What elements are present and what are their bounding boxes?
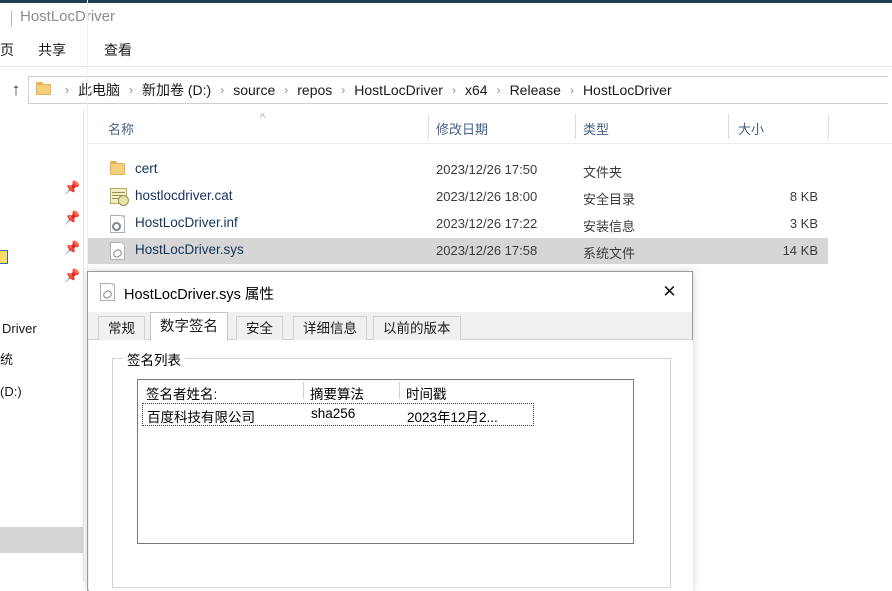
file-size: 14 KB bbox=[782, 243, 818, 258]
column-divider[interactable] bbox=[399, 382, 400, 399]
pin-icon[interactable]: 📌 bbox=[64, 268, 80, 284]
column-header-underline bbox=[88, 143, 892, 144]
file-date-modified: 2023/12/26 17:58 bbox=[436, 243, 538, 258]
breadcrumb-separator: › bbox=[341, 83, 346, 97]
file-explorer-window: HostLocDriver 页 共享 查看 ↑ › 此电脑 › 新加卷 (D:)… bbox=[0, 0, 892, 591]
breadcrumb-separator: › bbox=[569, 83, 574, 97]
column-divider[interactable] bbox=[575, 114, 576, 139]
digest-algorithm: sha256 bbox=[311, 406, 356, 421]
breadcrumb-item-hostlocdriver[interactable]: HostLocDriver bbox=[352, 82, 445, 98]
breadcrumb-separator: › bbox=[220, 83, 225, 97]
window-title: HostLocDriver bbox=[20, 8, 116, 25]
file-date-modified: 2023/12/26 18:00 bbox=[436, 189, 538, 204]
system-file-icon bbox=[110, 242, 128, 260]
breadcrumb-item-x64[interactable]: x64 bbox=[463, 82, 490, 98]
signer-name: 百度科技有限公司 bbox=[147, 410, 255, 425]
column-divider[interactable] bbox=[428, 114, 429, 139]
file-list-column-headers: 名称 修改日期 类型 大小 bbox=[88, 112, 892, 142]
tab-security[interactable]: 安全 bbox=[236, 316, 283, 340]
tab-general[interactable]: 常规 bbox=[98, 316, 145, 340]
ribbon-tab-share[interactable]: 共享 bbox=[38, 40, 66, 60]
file-size: 3 KB bbox=[789, 216, 818, 231]
properties-dialog: HostLocDriver.sys 属性 ✕ 常规 数字签名 安全 详细信息 以… bbox=[87, 271, 693, 591]
breadcrumb-item-repos[interactable]: repos bbox=[295, 82, 334, 98]
system-file-icon bbox=[100, 283, 115, 301]
file-name: cert bbox=[135, 161, 158, 176]
column-divider[interactable] bbox=[728, 114, 729, 139]
dialog-content: 签名列表 签名者姓名: 摘要算法 时间戳 百度科技有限公司 sha256 202… bbox=[89, 340, 693, 591]
security-catalog-icon bbox=[110, 188, 129, 206]
ribbon-tabbar: 页 共享 查看 bbox=[0, 33, 892, 67]
dialog-titlebar: HostLocDriver.sys 属性 ✕ bbox=[88, 272, 692, 312]
breadcrumb-separator: › bbox=[451, 83, 456, 97]
column-header-timestamp[interactable]: 时间戳 bbox=[406, 383, 447, 403]
breadcrumb-separator: › bbox=[65, 83, 69, 97]
column-header-digest-algorithm[interactable]: 摘要算法 bbox=[310, 383, 364, 403]
column-divider[interactable] bbox=[303, 382, 304, 399]
breadcrumb-item-this-pc[interactable]: 此电脑 bbox=[76, 80, 122, 100]
navigation-selected-item[interactable] bbox=[0, 527, 83, 553]
table-row[interactable]: HostLocDriver.sys 2023/12/26 17:58 系统文件 … bbox=[88, 238, 828, 264]
folder-icon bbox=[36, 82, 51, 95]
folder-icon bbox=[110, 161, 128, 179]
pin-icon[interactable]: 📌 bbox=[64, 210, 80, 226]
close-icon[interactable]: ✕ bbox=[647, 272, 692, 312]
breadcrumb-item-drive-d[interactable]: 新加卷 (D:) bbox=[140, 80, 213, 100]
table-row[interactable]: cert 2023/12/26 17:50 文件夹 bbox=[88, 157, 828, 183]
column-header-date-modified[interactable]: 修改日期 bbox=[436, 119, 488, 138]
signature-list[interactable]: 签名者姓名: 摘要算法 时间戳 百度科技有限公司 sha256 2023年12月… bbox=[137, 379, 634, 544]
breadcrumb-separator: › bbox=[284, 83, 289, 97]
column-header-size[interactable]: 大小 bbox=[738, 119, 764, 138]
navigation-item-label[interactable]: (D:) bbox=[0, 384, 22, 399]
breadcrumb-item-source[interactable]: source bbox=[231, 82, 277, 98]
column-header-name[interactable]: 名称 bbox=[108, 119, 134, 138]
address-bar: ↑ › 此电脑 › 新加卷 (D:) › source › repos › Ho… bbox=[0, 70, 892, 110]
breadcrumb-separator: › bbox=[129, 83, 133, 97]
ribbon-underline bbox=[0, 66, 892, 67]
clipped-tree-icon bbox=[0, 250, 8, 264]
column-divider[interactable] bbox=[828, 114, 829, 139]
timestamp: 2023年12月2... bbox=[407, 410, 498, 425]
dialog-title: HostLocDriver.sys 属性 bbox=[124, 287, 274, 303]
table-row[interactable]: HostLocDriver.inf 2023/12/26 17:22 安装信息 … bbox=[88, 211, 828, 237]
sort-ascending-icon: ^ bbox=[260, 112, 266, 124]
breadcrumb-item-release[interactable]: Release bbox=[508, 82, 563, 98]
titlebar-separator bbox=[11, 11, 12, 27]
navigation-item-label[interactable]: 统 bbox=[0, 349, 13, 368]
file-type: 安全目录 bbox=[583, 192, 636, 207]
file-date-modified: 2023/12/26 17:22 bbox=[436, 216, 538, 231]
column-header-signer-name[interactable]: 签名者姓名: bbox=[146, 383, 217, 403]
tab-details[interactable]: 详细信息 bbox=[293, 316, 367, 340]
file-date-modified: 2023/12/26 17:50 bbox=[436, 162, 538, 177]
signature-list-header: 签名者姓名: 摘要算法 时间戳 bbox=[138, 380, 633, 403]
setup-information-icon bbox=[110, 215, 128, 233]
column-header-type[interactable]: 类型 bbox=[583, 119, 609, 138]
navigation-pane-divider bbox=[83, 110, 84, 582]
up-arrow-icon[interactable]: ↑ bbox=[7, 80, 25, 100]
file-type: 系统文件 bbox=[583, 246, 636, 261]
file-name: hostlocdriver.cat bbox=[135, 188, 233, 203]
signature-list-label: 签名列表 bbox=[123, 349, 185, 369]
table-row[interactable]: hostlocdriver.cat 2023/12/26 18:00 安全目录 … bbox=[88, 184, 828, 210]
file-name: HostLocDriver.sys bbox=[135, 242, 244, 257]
file-type: 文件夹 bbox=[583, 165, 623, 180]
breadcrumb-separator: › bbox=[496, 83, 501, 97]
tab-previous-versions[interactable]: 以前的版本 bbox=[373, 316, 461, 340]
ribbon-tab-view[interactable]: 查看 bbox=[104, 40, 132, 60]
breadcrumb: › 此电脑 › 新加卷 (D:) › source › repos › Host… bbox=[58, 76, 674, 104]
breadcrumb-item-hostlocdriver-leaf[interactable]: HostLocDriver bbox=[581, 82, 674, 98]
pin-icon[interactable]: 📌 bbox=[64, 180, 80, 196]
file-type: 安装信息 bbox=[583, 219, 636, 234]
tab-digital-signatures[interactable]: 数字签名 bbox=[150, 312, 228, 341]
navigation-pane[interactable]: 📌 📌 📌 📌 Driver 统 (D:) bbox=[0, 110, 83, 582]
window-titlebar: HostLocDriver bbox=[0, 3, 892, 33]
file-name: HostLocDriver.inf bbox=[135, 215, 238, 230]
signature-row[interactable]: 百度科技有限公司 sha256 2023年12月2... bbox=[142, 403, 534, 426]
ribbon-tab-home[interactable]: 页 bbox=[0, 40, 14, 60]
pin-icon[interactable]: 📌 bbox=[64, 240, 80, 256]
file-size: 8 KB bbox=[789, 189, 818, 204]
navigation-item-label[interactable]: Driver bbox=[2, 321, 37, 336]
